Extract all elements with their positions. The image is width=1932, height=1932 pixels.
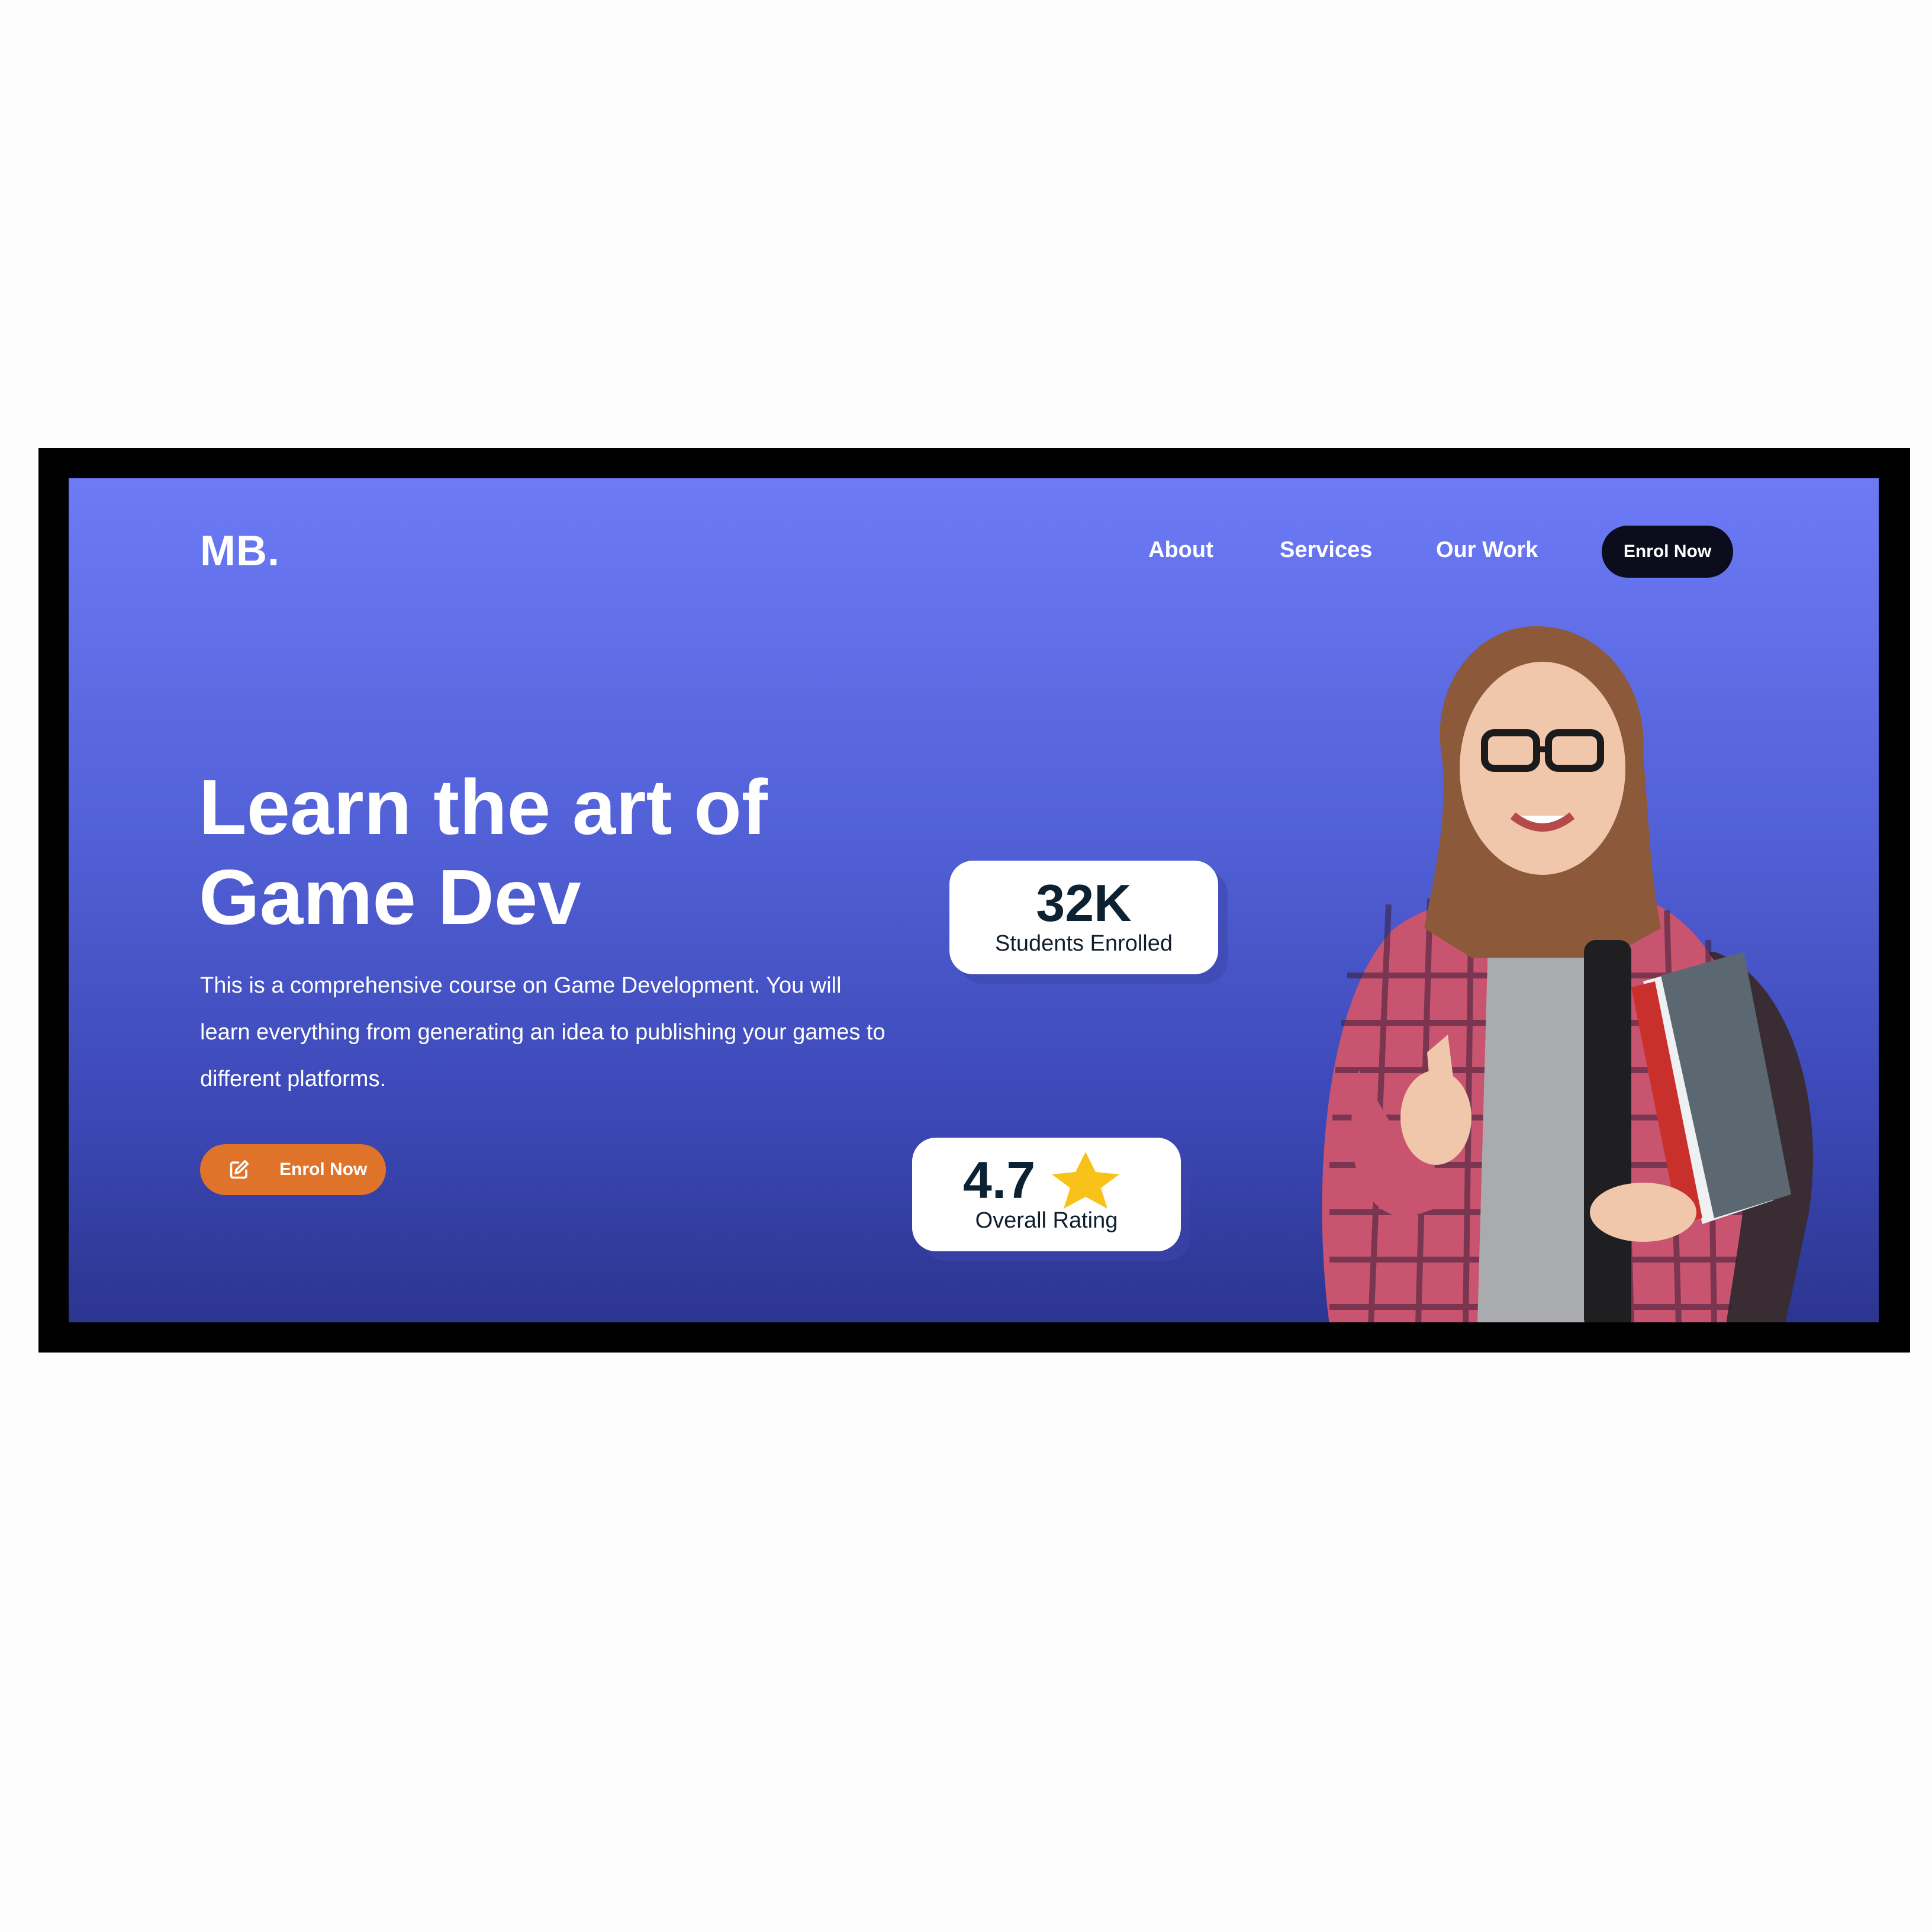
star-icon [1052, 1152, 1120, 1209]
nav-services[interactable]: Services [1280, 537, 1372, 563]
rating-value: 4.7 [962, 1151, 1036, 1209]
students-enrolled-value: 32K [1036, 874, 1132, 932]
hero-enrol-label: Enrol Now [279, 1160, 368, 1179]
logo[interactable]: MB. [200, 527, 280, 575]
students-enrolled-label: Students Enrolled [995, 931, 1173, 956]
overall-rating-card: 4.7 Overall Rating [912, 1138, 1181, 1251]
page: MB. About Services Our Work Enrol Now Le… [0, 0, 1932, 1932]
headline-line-2: Game Dev [199, 854, 581, 941]
edit-icon [230, 1160, 249, 1179]
students-enrolled-card: 32K Students Enrolled [949, 861, 1218, 974]
hero-description: This is a comprehensive course on Game D… [200, 973, 886, 1091]
nav-our-work[interactable]: Our Work [1436, 537, 1538, 563]
headline-line-1: Learn the art of [199, 764, 768, 851]
header-enrol-button[interactable]: Enrol Now [1602, 526, 1733, 578]
rating-row: 4.7 [912, 1151, 1181, 1209]
rating-label: Overall Rating [975, 1208, 1118, 1233]
hero-enrol-button[interactable]: Enrol Now [200, 1144, 386, 1195]
nav-about[interactable]: About [1148, 537, 1213, 563]
hero-headline: Learn the art of Game Dev [199, 762, 909, 942]
hero-section: MB. About Services Our Work Enrol Now Le… [69, 478, 1879, 1322]
student-photo [1322, 626, 1813, 1322]
